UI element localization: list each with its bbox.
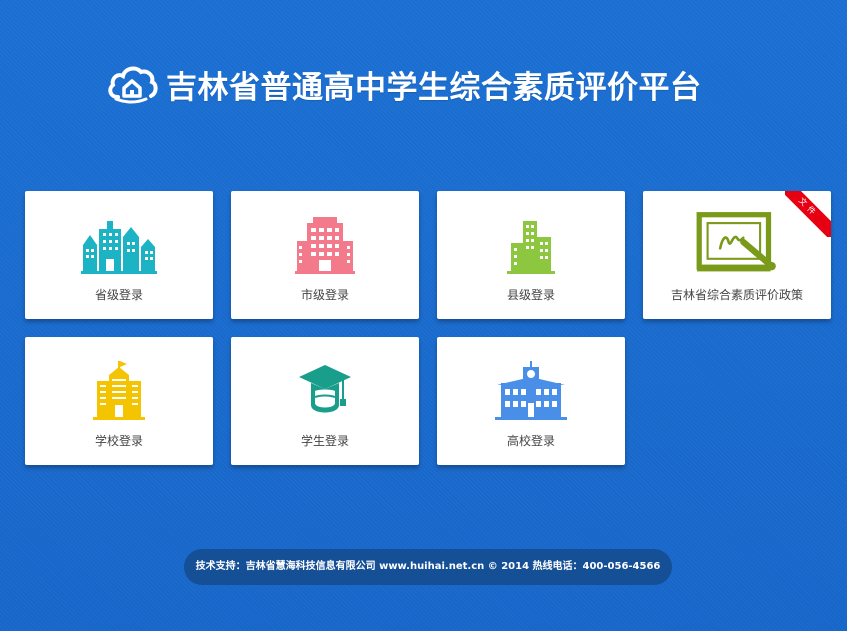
town-buildings-icon <box>507 221 555 274</box>
tile-label: 学校登录 <box>94 434 143 448</box>
tile-label: 高校登录 <box>506 434 555 448</box>
tile-policy-document[interactable]: 吉林省综合素质评价政策 文件 <box>643 191 831 319</box>
ribbon-text: 文件 <box>785 191 831 237</box>
footer-credits: 技术支持：吉林省慧海科技信息有限公司 www.huihai.net.cn © 2… <box>184 549 672 585</box>
graduate-cap-icon <box>299 365 351 413</box>
office-building-icon <box>295 217 355 274</box>
cloud-home-icon <box>108 66 158 104</box>
university-building-icon <box>495 361 567 420</box>
site-header: 吉林省普通高中学生综合素质评价平台 <box>106 62 702 106</box>
page-title: 吉林省普通高中学生综合素质评价平台 <box>166 69 702 106</box>
tile-label: 县级登录 <box>506 288 555 302</box>
whiteboard-pen-icon <box>696 212 776 272</box>
tile-university-login[interactable]: 高校登录 <box>437 337 625 465</box>
tile-county-login[interactable]: 县级登录 <box>437 191 625 319</box>
tile-label: 吉林省综合素质评价政策 <box>670 288 803 302</box>
tile-label: 市级登录 <box>300 288 349 302</box>
document-ribbon: 文件 <box>785 191 831 237</box>
tile-student-login[interactable]: 学生登录 <box>231 337 419 465</box>
tile-city-login[interactable]: 市级登录 <box>231 191 419 319</box>
tile-school-login[interactable]: 学校登录 <box>25 337 213 465</box>
school-building-icon <box>93 361 145 420</box>
city-buildings-icon <box>81 221 157 274</box>
tile-label: 学生登录 <box>300 434 349 448</box>
tile-province-login[interactable]: 省级登录 <box>25 191 213 319</box>
tile-label: 省级登录 <box>94 288 143 302</box>
